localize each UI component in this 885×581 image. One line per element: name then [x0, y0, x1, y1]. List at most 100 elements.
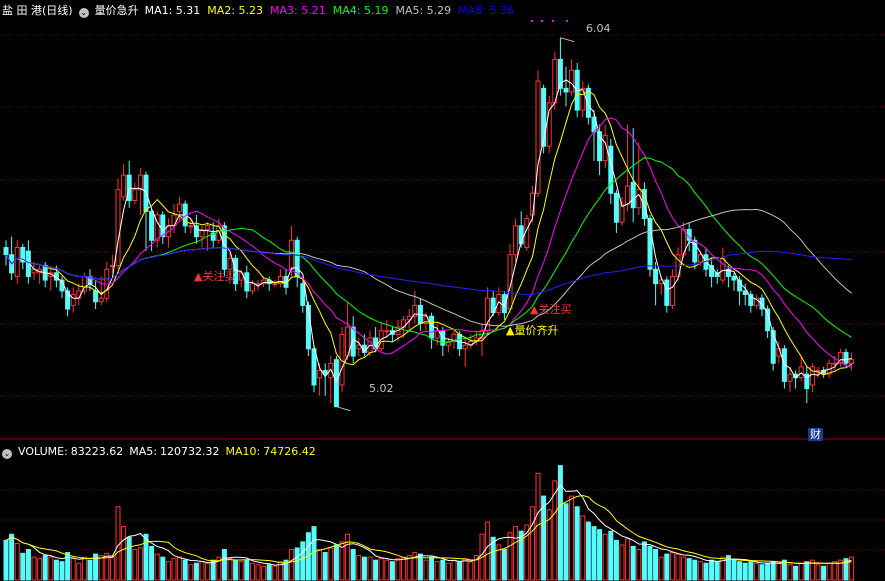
volume-bar — [361, 556, 367, 581]
volume-bar — [350, 549, 356, 581]
volume-bar — [76, 562, 82, 581]
volume-bar — [59, 561, 65, 581]
candle-body — [720, 257, 726, 281]
ma-legend-item: MA3: 5.21 — [270, 4, 326, 17]
candle-body — [81, 275, 87, 292]
volume-bar — [261, 565, 267, 581]
indicator-dropdown-icon[interactable]: ⌄ — [78, 8, 89, 18]
volume-bar — [501, 549, 507, 581]
volume-bar — [53, 559, 59, 581]
indicator-name[interactable]: 量价急升 — [95, 4, 139, 17]
finance-badge[interactable]: 财 — [808, 428, 823, 441]
candle-body — [630, 181, 636, 209]
volume-bar — [630, 545, 636, 581]
high-pointer — [560, 37, 575, 43]
volume-bar — [451, 559, 457, 581]
candle-body — [137, 174, 143, 191]
volume-bar — [563, 503, 569, 581]
volume-bar — [322, 552, 328, 581]
volume-bar — [143, 533, 149, 581]
candle-body — [832, 362, 838, 365]
candle-body — [513, 225, 519, 256]
volume-dropdown-icon[interactable]: ⌄ — [2, 449, 12, 459]
volume-bar — [826, 562, 832, 581]
candle-body — [787, 373, 793, 382]
volume-bar — [468, 561, 474, 581]
volume-bar — [48, 556, 54, 581]
price-ma-line — [5, 90, 852, 376]
volume-bar — [787, 564, 793, 581]
vol-ma5-label: MA5: — [129, 445, 158, 458]
candle-body — [563, 87, 569, 93]
volume-bar — [210, 559, 216, 581]
signal-dot — [541, 20, 543, 22]
high-price-label: 6.04 — [586, 22, 611, 35]
volume-bar — [636, 549, 642, 581]
candle-body — [126, 174, 132, 201]
volume-bar — [266, 564, 272, 581]
ma-legend: MA1: 5.31 MA2: 5.23 MA3: 5.21 MA4: 5.19 MA5:… — [145, 4, 521, 17]
volume-bar — [457, 561, 463, 581]
volume-bar — [759, 564, 765, 581]
candle-body — [843, 351, 849, 364]
volume-bar — [20, 552, 26, 581]
volume-title: VOLUME: — [18, 445, 68, 458]
volume-bar — [87, 559, 93, 581]
candle-body — [350, 326, 356, 357]
volume-bar — [249, 562, 255, 581]
volume-bar — [3, 539, 9, 581]
vol-ma5-value: 120732.32 — [160, 445, 220, 458]
candle-body — [115, 189, 121, 267]
volume-bar — [485, 521, 491, 581]
volume-bar — [753, 562, 759, 581]
candle-body — [132, 189, 138, 201]
volume-bar — [440, 559, 446, 581]
candle-body — [98, 297, 104, 303]
volume-bar — [664, 553, 670, 581]
volume-bar — [731, 559, 737, 581]
ma-legend-item: MA2: 5.23 — [207, 4, 264, 17]
stock-name: 盐 田 港(日线) — [2, 4, 73, 17]
candle-body — [580, 87, 586, 111]
candle-body — [3, 247, 9, 256]
volume-bar — [126, 536, 132, 581]
volume-bar — [233, 559, 239, 581]
chart-canvas — [0, 20, 885, 581]
candle-body — [653, 268, 659, 285]
volume-bar — [613, 539, 619, 581]
volume-bar — [793, 565, 799, 581]
volume-bar — [149, 545, 155, 581]
candle-body — [317, 370, 323, 379]
signal-dot — [531, 20, 533, 22]
volume-bar — [821, 565, 827, 581]
candle-body — [731, 275, 737, 281]
volume-bar — [356, 555, 362, 581]
volume-bar — [434, 561, 440, 581]
volume-bar — [574, 506, 580, 581]
volume-bar — [776, 562, 782, 581]
volume-bar — [591, 526, 597, 581]
volume-bar — [244, 559, 250, 581]
candle-body — [14, 247, 20, 277]
volume-bar — [98, 555, 104, 581]
candle-body — [272, 283, 278, 286]
volume-bar — [401, 556, 407, 581]
price-ma-line — [5, 157, 852, 344]
volume-bar — [378, 558, 384, 581]
candle-body — [664, 279, 670, 306]
volume-bar — [765, 562, 771, 581]
volume-bar — [165, 561, 171, 581]
volume-bar — [137, 547, 143, 581]
volume-bar — [770, 561, 776, 581]
candle-body — [333, 359, 339, 408]
volume-legend: ⌄ VOLUME: 83223.62 MA5: 120732.32 MA10: 74726.… — [2, 445, 322, 459]
volume-bar — [221, 549, 227, 581]
volume-bar — [345, 533, 351, 581]
volume-bar — [42, 555, 48, 581]
candle-body — [300, 283, 306, 306]
volume-bar — [81, 556, 87, 581]
volume-bar — [798, 562, 804, 581]
volume-bar — [557, 465, 563, 581]
volume-price-rise-signal: ▲量价齐升 — [506, 324, 559, 337]
volume-value: 83223.62 — [70, 445, 124, 458]
